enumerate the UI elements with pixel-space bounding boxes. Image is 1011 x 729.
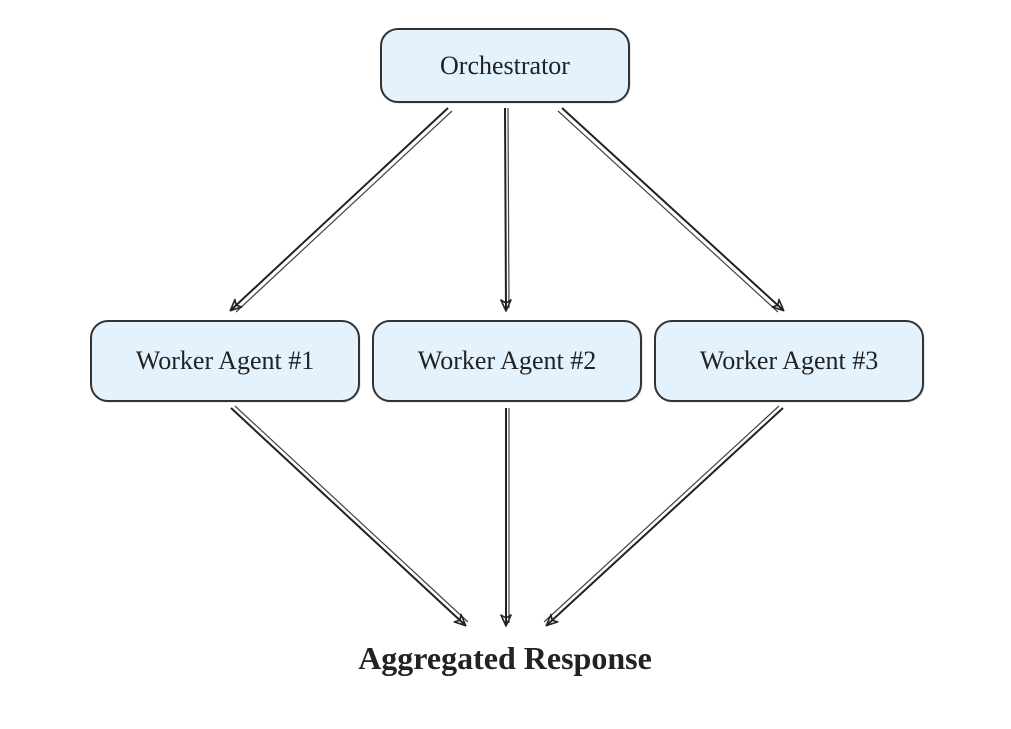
orchestrator-node: Orchestrator xyxy=(380,28,630,103)
orchestrator-label: Orchestrator xyxy=(440,51,570,81)
worker-2-label: Worker Agent #2 xyxy=(418,346,596,376)
worker-node-3: Worker Agent #3 xyxy=(654,320,924,402)
worker-node-2: Worker Agent #2 xyxy=(372,320,642,402)
worker-node-1: Worker Agent #1 xyxy=(90,320,360,402)
output-text: Aggregated Response xyxy=(358,640,652,676)
worker-3-label: Worker Agent #3 xyxy=(700,346,878,376)
architecture-diagram: Orchestrator Worker Agent #1 Worker Agen… xyxy=(0,0,1011,729)
worker-1-label: Worker Agent #1 xyxy=(136,346,314,376)
aggregated-response-label: Aggregated Response xyxy=(270,640,740,677)
